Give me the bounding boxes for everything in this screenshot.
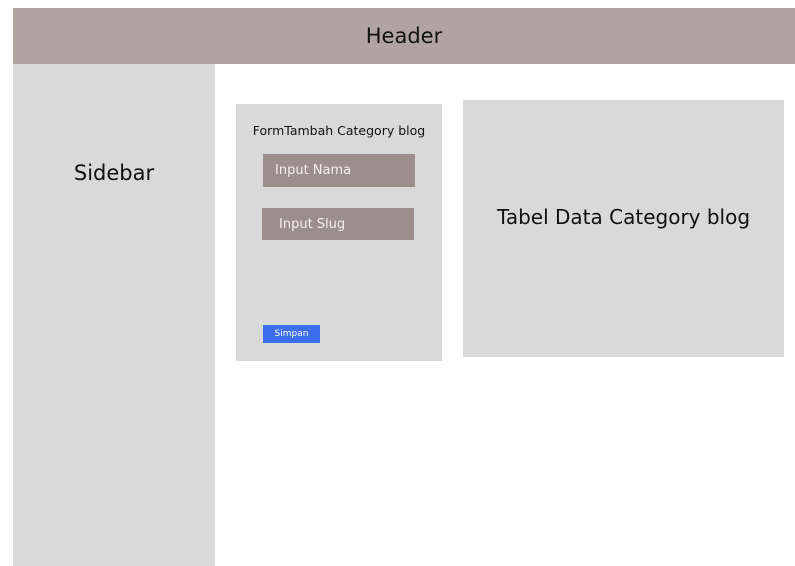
page: Header Sidebar FormTambah Category blog … (0, 0, 795, 566)
form-title: FormTambah Category blog (252, 123, 426, 138)
save-button[interactable]: Simpan (263, 325, 320, 343)
slug-input[interactable]: Input Slug (262, 208, 414, 240)
header: Header (13, 8, 795, 64)
nama-input[interactable]: Input Nama (263, 154, 415, 187)
sidebar: Sidebar (13, 64, 215, 566)
slug-input-text: Input Slug (279, 216, 346, 232)
category-table: Tabel Data Category blog (463, 100, 784, 357)
table-label: Tabel Data Category blog (496, 205, 751, 229)
save-button-label: Simpan (274, 329, 309, 339)
sidebar-label: Sidebar (73, 161, 155, 185)
header-title: Header (365, 24, 443, 48)
nama-input-text: Input Nama (275, 163, 352, 178)
add-category-form: FormTambah Category blog Input Nama Inpu… (236, 104, 442, 361)
